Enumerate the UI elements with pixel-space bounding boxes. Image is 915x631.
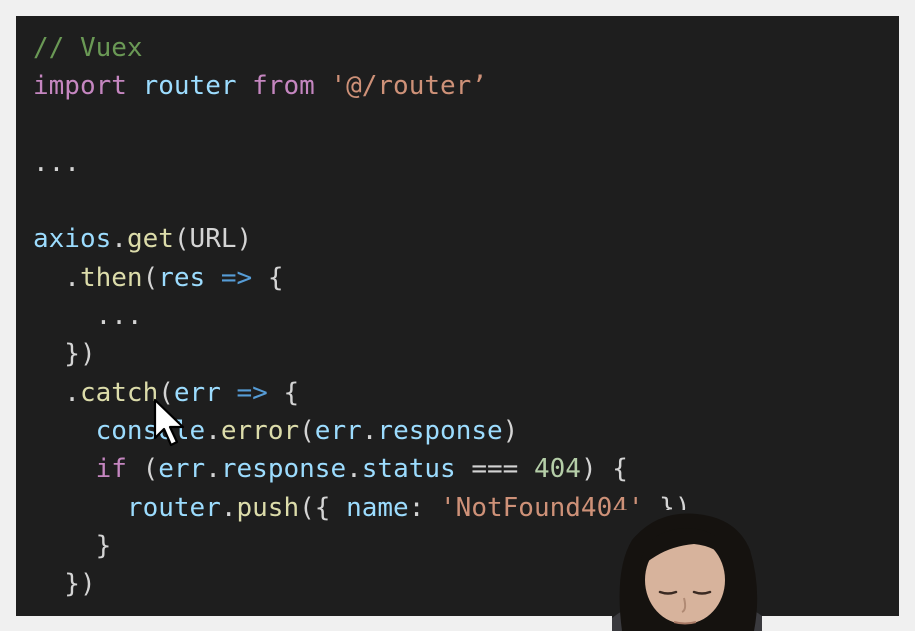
- code-token-plain: ...: [33, 147, 80, 178]
- code-line: }: [33, 527, 691, 565]
- code-token-ident: axios: [33, 224, 112, 255]
- code-editor-panel: // Vuex import router from '@/router’... a…: [16, 16, 899, 616]
- code-token-punct: .: [111, 224, 127, 255]
- code-line: }): [33, 335, 691, 373]
- code-token-punct: }): [33, 339, 96, 370]
- code-line: }): [33, 565, 691, 603]
- code-token-punct: }): [33, 569, 96, 600]
- code-token-number: 404: [533, 454, 581, 485]
- code-token-func: error: [220, 415, 300, 446]
- code-token-ident: status: [361, 454, 456, 485]
- code-token-punct: .: [33, 377, 80, 408]
- code-token-ident: response: [377, 415, 503, 446]
- code-token-ident: console: [95, 415, 206, 446]
- code-token-func: then: [79, 262, 143, 293]
- code-token-punct: ===: [455, 454, 534, 485]
- code-token-ident: router: [126, 492, 221, 523]
- code-line: // Vuex: [33, 29, 691, 67]
- code-token-ident: router: [142, 71, 237, 102]
- code-token-ident: res: [158, 262, 206, 293]
- mouse-cursor-icon: [153, 398, 185, 447]
- code-line: console.error(err.response): [33, 412, 691, 450]
- code-token-string: '@/router’: [330, 71, 487, 102]
- code-line: ...: [33, 297, 691, 335]
- code-token-comment: // Vuex: [33, 33, 143, 63]
- code-token-ident: response: [220, 454, 347, 485]
- code-token-plain: ...: [33, 301, 143, 332]
- code-block: // Vuex import router from '@/router’... a…: [33, 29, 691, 603]
- code-line: axios.get(URL): [33, 220, 691, 258]
- code-token-punct: .: [33, 262, 80, 293]
- code-token-punct: (: [142, 262, 159, 293]
- code-token-punct: ): [502, 415, 519, 446]
- code-token-keyword: if: [95, 454, 127, 485]
- code-token-punct: .: [361, 415, 378, 446]
- code-line: .then(res => {: [33, 259, 691, 297]
- slide-frame: // Vuex import router from '@/router’... a…: [0, 0, 915, 631]
- code-token-punct: {: [267, 377, 300, 408]
- code-token-punct: .: [205, 415, 221, 446]
- code-token-punct: .: [220, 492, 237, 523]
- code-token-punct: (: [299, 415, 315, 446]
- code-token-punct: ) {: [580, 454, 628, 485]
- code-token-ident: err: [314, 415, 362, 446]
- code-token-keyword: import: [33, 71, 127, 102]
- code-token-punct: }: [33, 530, 112, 561]
- code-token-func: push: [236, 492, 300, 523]
- code-token-op: =>: [220, 262, 253, 293]
- code-token-punct: {: [252, 262, 284, 293]
- code-line: import router from '@/router’: [33, 67, 691, 105]
- code-line: .catch(err => {: [33, 374, 691, 412]
- code-token-punct: (: [126, 454, 159, 485]
- code-token-ident: name: [346, 492, 409, 523]
- code-line: if (err.response.status === 404) {: [33, 450, 691, 488]
- code-token-punct: ({: [299, 492, 347, 523]
- code-line: ...: [33, 144, 691, 182]
- code-token-func: catch: [79, 377, 159, 408]
- code-token-keyword: from: [252, 71, 315, 102]
- code-token-op: =>: [236, 377, 268, 408]
- code-token-punct: .: [205, 454, 221, 485]
- code-token-punct: :: [408, 492, 441, 523]
- code-token-func: get: [126, 224, 174, 255]
- code-token-ident: err: [158, 454, 206, 485]
- code-token-punct: (URL): [173, 224, 253, 255]
- code-token-punct: .: [346, 454, 362, 485]
- code-line: router.push({ name: 'NotFound404' }): [33, 489, 691, 527]
- presenter-webcam-overlay: [612, 510, 762, 631]
